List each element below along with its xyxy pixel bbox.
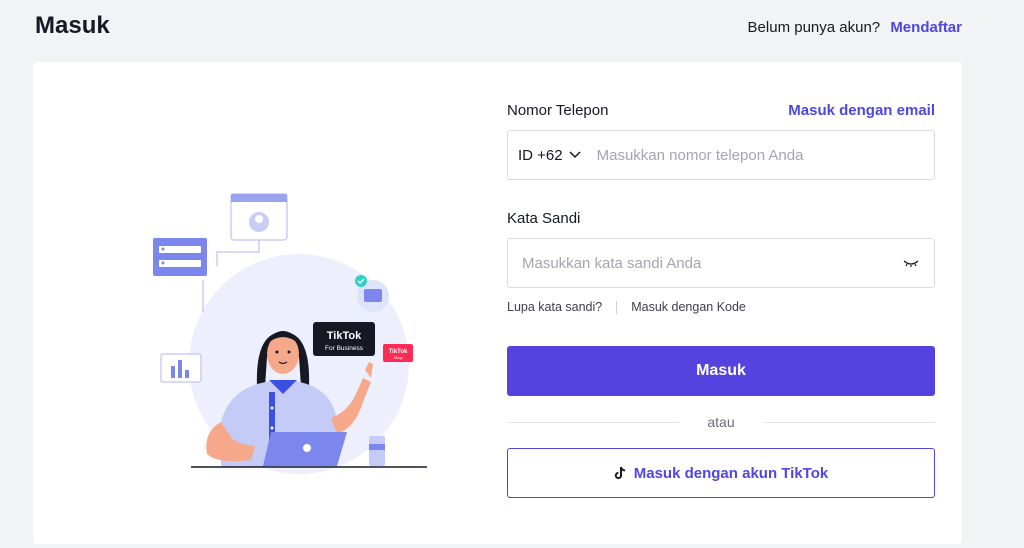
eye-closed-icon[interactable] [902, 257, 920, 269]
page-title: Masuk [35, 12, 110, 39]
divider-line-left [507, 421, 680, 423]
tiktok-login-button[interactable]: Masuk dengan akun TikTok [507, 448, 935, 498]
no-account-text: Belum punya akun? [747, 19, 881, 36]
tiktok-login-label: Masuk dengan akun TikTok [633, 464, 829, 482]
login-illustration: TikTok For Business TikTok Shop [151, 182, 431, 482]
divider-text: atau [707, 414, 735, 430]
phone-label: Nomor Telepon [507, 101, 609, 119]
tiktok-icon [614, 466, 626, 480]
auth-sub-links: Lupa kata sandi? Masuk dengan Kode [507, 300, 935, 314]
password-field [507, 238, 935, 288]
country-code-select[interactable]: ID +62 [518, 147, 581, 164]
divider-line-right [762, 421, 935, 423]
login-with-code-link[interactable]: Masuk dengan Kode [631, 300, 746, 314]
phone-input[interactable] [596, 146, 920, 164]
badge-sub-text: For Business [325, 345, 364, 352]
forgot-password-link[interactable]: Lupa kata sandi? [507, 300, 602, 314]
chevron-down-icon [569, 151, 581, 159]
login-with-email-link[interactable]: Masuk dengan email [788, 102, 935, 119]
signup-prompt: Belum punya akun? Mendaftar [748, 19, 962, 36]
list-card [153, 238, 207, 276]
link-separator [616, 300, 618, 314]
badge-small-sub: Shop [393, 355, 403, 360]
login-card: TikTok For Business TikTok Shop Nomor Te… [33, 62, 962, 544]
coffee-cup [369, 436, 385, 466]
password-input[interactable] [522, 254, 902, 272]
or-divider: atau [507, 414, 935, 430]
country-code-value: ID +62 [518, 146, 563, 164]
login-form: Nomor Telepon Masuk dengan email ID +62 … [507, 100, 935, 498]
badge-main-text: TikTok [327, 330, 362, 342]
login-button[interactable]: Masuk [507, 346, 935, 396]
signup-link[interactable]: Mendaftar [890, 19, 962, 36]
password-label: Kata Sandi [507, 209, 581, 227]
phone-field: ID +62 [507, 130, 935, 180]
